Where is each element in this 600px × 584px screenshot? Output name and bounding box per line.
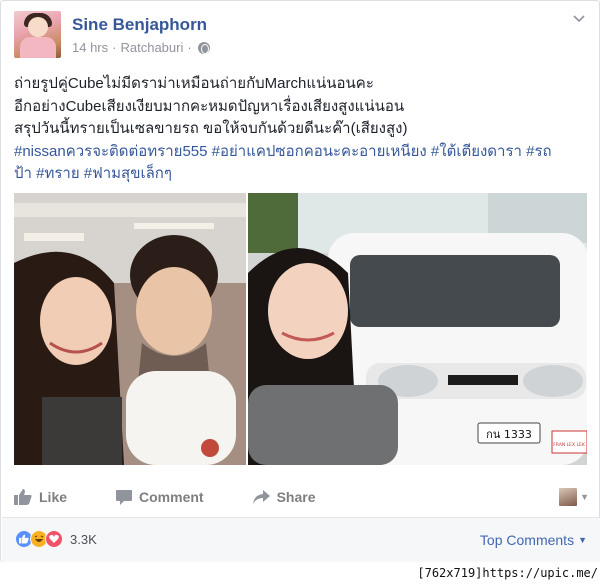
post-time[interactable]: 14 hrs <box>72 40 108 55</box>
meta-separator: · <box>112 40 117 55</box>
couple-photo-illustration <box>14 193 246 465</box>
like-button[interactable]: Like <box>14 489 67 505</box>
hashtag-line[interactable]: #nissanควรจะติดต่อทราย555 #อย่าแคปซอกคอน… <box>14 141 589 164</box>
share-arrow-icon <box>252 490 270 504</box>
thumbs-up-icon <box>14 489 32 505</box>
hashtag-line[interactable]: ป้า #ทราย #ฟามสุขเล็กๆ <box>14 163 589 186</box>
chevron-down-icon[interactable] <box>573 15 585 23</box>
reactions-footer: 3.3K Top Comments ▼ <box>2 518 600 562</box>
comment-bubble-icon <box>116 489 133 505</box>
post-card: Sine Benjaphorn 14 hrs · Ratchaburi · ถ่… <box>0 0 600 562</box>
post-text-line: ถ่ายรูปคู่Cubeไม่มีดราม่าเหมือนถ่ายกับMa… <box>14 75 374 92</box>
post-meta: 14 hrs · Ratchaburi · <box>72 40 210 55</box>
post-as-selector[interactable]: ▼ <box>559 488 589 506</box>
globe-icon[interactable] <box>197 41 210 54</box>
top-comments-dropdown[interactable]: Top Comments ▼ <box>480 532 587 548</box>
avatar-face-shape <box>28 17 48 37</box>
car-photo-illustration: กน 1333 FRAN LEX LEK <box>248 193 587 465</box>
post-photo-car[interactable]: กน 1333 FRAN LEX LEK <box>248 193 587 465</box>
post-text: ถ่ายรูปคู่Cubeไม่มีดราม่าเหมือนถ่ายกับMa… <box>14 73 589 186</box>
reaction-count: 3.3K <box>70 531 97 547</box>
plate-frame-text: FRAN LEX LEK <box>553 442 586 448</box>
post-text-line: อีกอย่างCubeเสียงเงียบมากคะหมดปัญหาเรื่อ… <box>14 97 405 115</box>
author-avatar[interactable] <box>14 11 61 58</box>
post-text-line: สรุปวันนี้ทรายเป็นเซลขายรถ ขอให้จบกันด้ว… <box>14 120 408 137</box>
comment-label: Comment <box>139 489 204 505</box>
like-label: Like <box>39 489 68 505</box>
meta-separator-2: · <box>187 40 192 55</box>
share-label: Share <box>276 489 316 505</box>
post-photo-couple[interactable] <box>14 193 246 465</box>
top-comments-label: Top Comments <box>479 532 575 548</box>
love-reaction-icon <box>45 530 63 548</box>
caret-down-icon: ▼ <box>580 492 589 502</box>
comment-button[interactable]: Comment <box>116 489 204 505</box>
license-plate-text: กน 1333 <box>486 428 532 441</box>
post-location[interactable]: Ratchaburi <box>120 40 183 55</box>
caret-down-icon: ▼ <box>578 535 587 545</box>
share-button[interactable]: Share <box>252 489 316 505</box>
reactions-summary[interactable]: 3.3K <box>15 530 97 548</box>
action-bar: Like Comment Share ▼ <box>14 483 589 511</box>
viewer-avatar <box>559 488 578 506</box>
avatar-body-shape <box>20 37 56 58</box>
image-watermark: [762x719]https://upic.me/ <box>413 564 600 584</box>
author-name[interactable]: Sine Benjaphorn <box>72 15 207 35</box>
